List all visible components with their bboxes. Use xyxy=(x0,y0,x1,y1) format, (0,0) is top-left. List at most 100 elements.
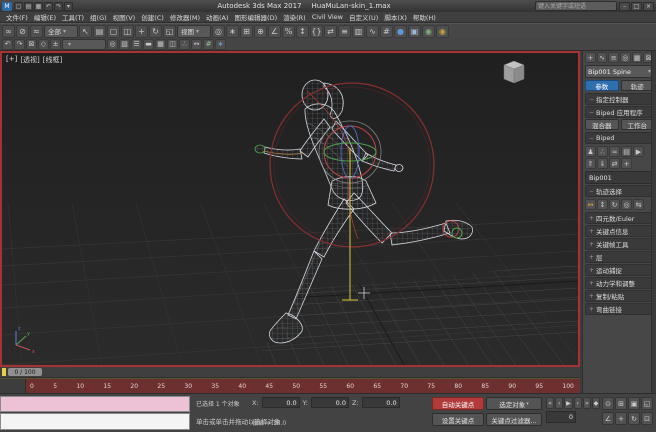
pan-view-icon[interactable]: + xyxy=(615,412,627,425)
menu-item[interactable]: 脚本(X) xyxy=(381,12,410,22)
load-file-icon[interactable]: ⇑ xyxy=(585,158,596,169)
select-and-rotate-icon[interactable]: ↻ xyxy=(149,25,162,38)
rollout-collapsed[interactable]: 弯曲链接 xyxy=(585,303,654,315)
hierarchy-tab[interactable]: ≡ xyxy=(608,52,619,63)
maxscript-mini-listener[interactable] xyxy=(0,413,190,430)
select-object-icon[interactable]: ↖ xyxy=(79,25,92,38)
mirror-icon[interactable]: ⇄ xyxy=(324,25,337,38)
keyboard-override-icon[interactable]: ⊞ xyxy=(240,25,253,38)
render-production-icon[interactable]: ◉ xyxy=(436,25,449,38)
select-and-manipulate-icon[interactable]: ∗ xyxy=(226,25,239,38)
set-key-button[interactable]: 设置关键点 xyxy=(432,413,484,426)
object-name-dropdown[interactable]: Bip001 Spine xyxy=(585,65,654,78)
snapshot-tool-icon[interactable]: ◫ xyxy=(167,39,178,50)
rollout-biped[interactable]: Biped xyxy=(585,132,654,144)
undo-icon[interactable]: ↶ xyxy=(44,2,53,11)
menu-item[interactable]: 动画(A) xyxy=(203,12,232,22)
minimize-button[interactable]: – xyxy=(619,2,630,11)
app-logo-icon[interactable]: M xyxy=(2,2,12,11)
biped-name-field[interactable]: Bip001 xyxy=(585,171,654,184)
mixer-mode-icon[interactable]: ▤ xyxy=(621,146,632,157)
create-tab[interactable]: + xyxy=(585,52,596,63)
modify-tab[interactable]: ∿ xyxy=(597,52,608,63)
maximize-viewport-icon[interactable]: ⊡ xyxy=(641,412,653,425)
menu-item[interactable]: 帮助(H) xyxy=(410,12,439,22)
menu-item[interactable]: 工具(T) xyxy=(59,12,87,22)
body-vertical-icon[interactable]: ↕ xyxy=(597,199,608,210)
zoom-region-icon[interactable]: ◱ xyxy=(641,397,653,410)
wireframe-character[interactable] xyxy=(255,80,473,343)
select-by-name-icon[interactable]: ▤ xyxy=(93,25,106,38)
rollout-collapsed[interactable]: 四元数/Euler xyxy=(585,212,654,224)
mixer-button[interactable]: 混合器 xyxy=(585,119,619,130)
bind-to-space-warp-icon[interactable]: ≈ xyxy=(30,25,43,38)
go-to-end-icon[interactable]: » xyxy=(583,397,591,409)
menu-item[interactable]: 创建(C) xyxy=(138,12,167,22)
angle-snap-icon[interactable]: ∠ xyxy=(268,25,281,38)
menu-item[interactable]: 视图(V) xyxy=(110,12,139,22)
unlink-selection-icon[interactable]: ⊘ xyxy=(16,25,29,38)
move-all-mode-icon[interactable]: + xyxy=(621,158,632,169)
absolute-mode-icon[interactable]: ◇ xyxy=(38,39,49,50)
rollout-collapsed[interactable]: 动力学和调整 xyxy=(585,277,654,289)
snaps-toggle-icon[interactable]: ⊕ xyxy=(254,25,267,38)
zoom-extents-icon[interactable]: ▣ xyxy=(628,397,640,410)
selected-mode-dropdown[interactable]: 选定对象 xyxy=(486,397,542,410)
field-of-view-icon[interactable]: ∠ xyxy=(602,412,614,425)
time-slider-caret[interactable] xyxy=(2,368,6,376)
panel-scrollbar[interactable] xyxy=(651,51,656,393)
rollout-collapsed[interactable]: 关键帧工具 xyxy=(585,238,654,250)
rendered-frame-window-icon[interactable]: ◉ xyxy=(422,25,435,38)
select-and-scale-icon[interactable]: ◱ xyxy=(163,25,176,38)
motion-tab[interactable]: ◎ xyxy=(620,52,631,63)
workbench-button[interactable]: 工作台 xyxy=(621,119,655,130)
infocenter-search-input[interactable] xyxy=(535,1,617,11)
rollout-collapsed[interactable]: 运动捕捉 xyxy=(585,264,654,276)
body-horizontal-icon[interactable]: ↔ xyxy=(585,199,596,210)
select-and-link-icon[interactable]: ∞ xyxy=(2,25,15,38)
selection-lock-icon[interactable]: ⊠ xyxy=(26,39,37,50)
display-floater-icon[interactable]: ▧ xyxy=(119,39,130,50)
display-tab[interactable]: ▦ xyxy=(632,52,643,63)
percent-snap-icon[interactable]: % xyxy=(282,25,295,38)
open-file-icon[interactable]: ▤ xyxy=(24,2,33,11)
figure-mode-icon[interactable]: ♟ xyxy=(585,146,596,157)
channel-info-icon[interactable]: # xyxy=(203,39,214,50)
window-crossing-icon[interactable]: ◫ xyxy=(121,25,134,38)
reference-coordinate-dropdown[interactable]: 视图 xyxy=(177,25,211,38)
menu-item[interactable]: 文件(F) xyxy=(3,12,31,22)
curve-editor-icon[interactable]: ∿ xyxy=(366,25,379,38)
play-animation-icon[interactable]: ▶ xyxy=(564,397,572,409)
viewport-view-label[interactable]: [透视] xyxy=(20,55,39,65)
symmetrical-tracks-icon[interactable]: ⇆ xyxy=(633,199,644,210)
lock-com-keying-icon[interactable]: ◎ xyxy=(621,199,632,210)
menu-item[interactable]: 组(G) xyxy=(87,12,110,22)
y-coordinate-field[interactable]: 0.0 xyxy=(311,397,349,408)
ribbon-toggle-icon[interactable]: ▬ xyxy=(143,39,154,50)
current-frame-field[interactable]: 0 xyxy=(546,411,576,423)
particle-view-icon[interactable]: ∗ xyxy=(215,39,226,50)
previous-frame-icon[interactable]: ‹ xyxy=(555,397,563,409)
redo-icon[interactable]: ↷ xyxy=(54,2,63,11)
use-pivot-center-icon[interactable]: ◎ xyxy=(212,25,225,38)
z-coordinate-field[interactable]: 0.0 xyxy=(362,397,400,408)
measure-distance-icon[interactable]: ↔ xyxy=(191,39,202,50)
track-bar[interactable]: 0510152025303540455055606570758085909510… xyxy=(0,378,580,393)
parameters-mode-button[interactable]: 参数 xyxy=(585,80,619,91)
select-and-move-icon[interactable]: + xyxy=(135,25,148,38)
spacing-tool-icon[interactable]: ∴ xyxy=(179,39,190,50)
rollout-assign-controller[interactable]: 指定控制器 xyxy=(585,93,654,105)
material-editor-icon[interactable]: ● xyxy=(394,25,407,38)
selection-filter-dropdown[interactable]: 全部 xyxy=(44,25,78,38)
menu-item[interactable]: 自定义(U) xyxy=(346,12,381,22)
key-filters-button[interactable]: 关键点过滤器... xyxy=(486,413,542,426)
undo-view-icon[interactable]: ↶ xyxy=(2,39,13,50)
menu-item[interactable]: 图形编辑器(D) xyxy=(232,12,281,22)
orbit-view-icon[interactable]: ↻ xyxy=(628,412,640,425)
spinner-snap-icon[interactable]: ↕ xyxy=(296,25,309,38)
maximize-button[interactable]: □ xyxy=(631,2,642,11)
offset-mode-icon[interactable]: ± xyxy=(50,39,61,50)
viewport-shading-label[interactable]: [线框] xyxy=(43,55,62,65)
rollout-biped-apps[interactable]: Biped 应用程序 xyxy=(585,106,654,118)
rollout-track-selection[interactable]: 轨迹选择 xyxy=(585,185,654,197)
